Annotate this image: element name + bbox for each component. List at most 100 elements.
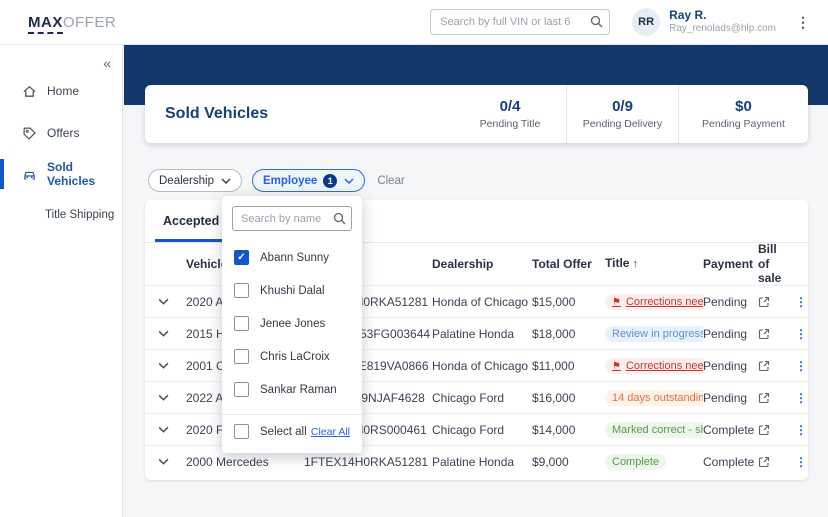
chevron-down-icon	[344, 177, 354, 184]
user-email: Ray_renolads@hlp.com	[669, 23, 776, 35]
sidebar-item-sold-vehicles[interactable]: Sold Vehicles	[0, 159, 122, 189]
employee-option-khushi-dalal[interactable]: Khushi Dalal	[222, 274, 362, 307]
payment-status-cell: Pending	[703, 294, 748, 309]
sidebar-item-home[interactable]: Home	[0, 76, 122, 106]
checkbox-icon[interactable]	[234, 316, 249, 331]
dealership-filter-button[interactable]: Dealership	[148, 169, 242, 192]
column-header-title[interactable]: Title ↑	[605, 256, 703, 271]
row-expand-icon[interactable]	[158, 394, 186, 401]
column-header-bill-of-sale[interactable]: Bill of sale	[758, 242, 795, 285]
sidebar: « Home Offers Sold Vehicles Title Shippi…	[0, 45, 123, 517]
checkbox-icon[interactable]	[234, 349, 249, 364]
total-offer-cell: $11,000	[532, 358, 575, 373]
column-header-payment[interactable]: Payment	[703, 257, 758, 271]
row-kebab-menu-icon[interactable]: ⋮	[795, 455, 808, 469]
sidebar-item-title-shipping[interactable]: Title Shipping	[0, 200, 122, 230]
logo-primary: MAX	[28, 13, 63, 34]
clear-filters-link[interactable]: Clear	[377, 175, 404, 187]
sidebar-item-label: Offers	[47, 126, 80, 140]
title-status-badge[interactable]: ⚑Complete	[605, 453, 667, 470]
dealership-filter-label: Dealership	[159, 174, 214, 187]
row-expand-icon[interactable]	[158, 362, 186, 369]
employee-option-label: Khushi Dalal	[260, 284, 325, 297]
title-status-badge[interactable]: ⚑14 days outstanding	[605, 389, 703, 406]
bill-of-sale-external-link-icon[interactable]	[758, 392, 795, 404]
title-status-cell: ⚑Marked correct - ship	[605, 421, 703, 438]
sidebar-collapse-icon[interactable]: «	[103, 55, 111, 71]
bill-of-sale-external-link-icon[interactable]	[758, 424, 795, 436]
title-status-cell: ⚑Review in progress	[605, 325, 703, 342]
stat-label: Pending Payment	[702, 118, 785, 130]
clear-all-link[interactable]: Clear All	[311, 426, 350, 438]
user-meta: Ray R. Ray_renolads@hlp.com	[669, 8, 776, 36]
row-kebab-menu-icon[interactable]: ⋮	[795, 327, 808, 341]
search-icon	[333, 212, 346, 225]
title-status-badge[interactable]: ⚑Marked correct - ship	[605, 421, 703, 438]
select-all-label: Select all	[260, 425, 307, 438]
stat-pending-payment: $0 Pending Payment	[678, 85, 808, 143]
header-kebab-menu-icon[interactable]: ⋮	[792, 12, 814, 33]
employee-option-abann-sunny[interactable]: Abann Sunny	[222, 241, 362, 274]
title-status-badge[interactable]: ⚑Corrections needed	[605, 293, 703, 310]
top-header: MAXOFFER RR Ray R. Ray_renolads@hlp.com …	[0, 0, 828, 45]
row-expand-icon[interactable]	[158, 458, 186, 465]
row-expand-icon[interactable]	[158, 298, 186, 305]
checkbox-checked-icon[interactable]	[234, 250, 249, 265]
total-offer-cell: $16,000	[532, 390, 576, 405]
app-logo[interactable]: MAXOFFER	[28, 13, 117, 34]
dealership-cell: Palatine Honda	[432, 326, 515, 341]
employee-search	[232, 206, 352, 231]
page-title: Sold Vehicles	[165, 105, 269, 122]
main-content: Sold Vehicles 0/4 Pending Title 0/9 Pend…	[124, 45, 828, 517]
row-kebab-menu-icon[interactable]: ⋮	[795, 423, 808, 437]
employee-option-label: Chris LaCroix	[260, 350, 330, 363]
home-icon	[22, 84, 37, 99]
employee-filter-button[interactable]: Employee 1	[251, 169, 366, 192]
row-kebab-menu-icon[interactable]: ⋮	[795, 359, 808, 373]
total-offer-cell: $18,000	[532, 326, 576, 341]
vin-search-input[interactable]	[430, 9, 611, 35]
total-offer-cell: $9,000	[532, 454, 569, 469]
title-status-cell: ⚑Corrections needed	[605, 357, 703, 374]
column-header-dealership[interactable]: Dealership	[432, 257, 532, 271]
stat-label: Pending Title	[479, 118, 541, 130]
checkbox-icon[interactable]	[234, 283, 249, 298]
bill-of-sale-external-link-icon[interactable]	[758, 360, 795, 372]
employee-filter-dropdown: Abann Sunny Khushi Dalal Jenee Jones Chr…	[222, 196, 362, 453]
dealership-cell: Chicago Ford	[432, 390, 505, 405]
employee-option-label: Sankar Raman	[260, 383, 337, 396]
corrections-flag-icon: ⚑	[612, 360, 621, 372]
select-all-checkbox-icon[interactable]	[234, 424, 249, 439]
row-kebab-menu-icon[interactable]: ⋮	[795, 295, 808, 309]
title-status-badge[interactable]: ⚑Review in progress	[605, 325, 703, 342]
employee-option-list: Abann Sunny Khushi Dalal Jenee Jones Chr…	[222, 241, 362, 406]
row-expand-icon[interactable]	[158, 330, 186, 337]
summary-stats: 0/4 Pending Title 0/9 Pending Delivery $…	[454, 85, 808, 143]
corrections-flag-icon: ⚑	[612, 296, 621, 308]
stat-value: $0	[735, 98, 752, 115]
user-name: Ray R.	[669, 8, 707, 23]
checkbox-icon[interactable]	[234, 382, 249, 397]
row-expand-icon[interactable]	[158, 426, 186, 433]
stat-label: Pending Delivery	[582, 118, 663, 130]
column-header-total-offer[interactable]: Total Offer	[532, 257, 605, 271]
logo-secondary: OFFER	[62, 13, 117, 31]
car-icon	[22, 167, 37, 182]
title-status-badge[interactable]: ⚑Corrections needed	[605, 357, 703, 374]
bill-of-sale-external-link-icon[interactable]	[758, 296, 795, 308]
employee-dropdown-footer: Select all Clear All	[222, 414, 362, 448]
chevron-down-icon	[221, 177, 231, 184]
employee-option-chris-lacroix[interactable]: Chris LaCroix	[222, 340, 362, 373]
row-kebab-menu-icon[interactable]: ⋮	[795, 391, 808, 405]
payment-status-cell: Pending	[703, 326, 748, 341]
bill-of-sale-external-link-icon[interactable]	[758, 456, 795, 468]
employee-option-sankar-raman[interactable]: Sankar Raman	[222, 373, 362, 406]
sidebar-item-label: Home	[47, 84, 80, 98]
employee-option-jenee-jones[interactable]: Jenee Jones	[222, 307, 362, 340]
sidebar-item-offers[interactable]: Offers	[0, 118, 122, 148]
avatar[interactable]: RR	[632, 8, 661, 36]
bill-of-sale-external-link-icon[interactable]	[758, 328, 795, 340]
dealership-cell: Honda of Chicago	[432, 358, 529, 373]
payment-status-cell: Pending	[703, 358, 748, 373]
vehicle-cell: 2000 Mercedes	[186, 454, 269, 469]
